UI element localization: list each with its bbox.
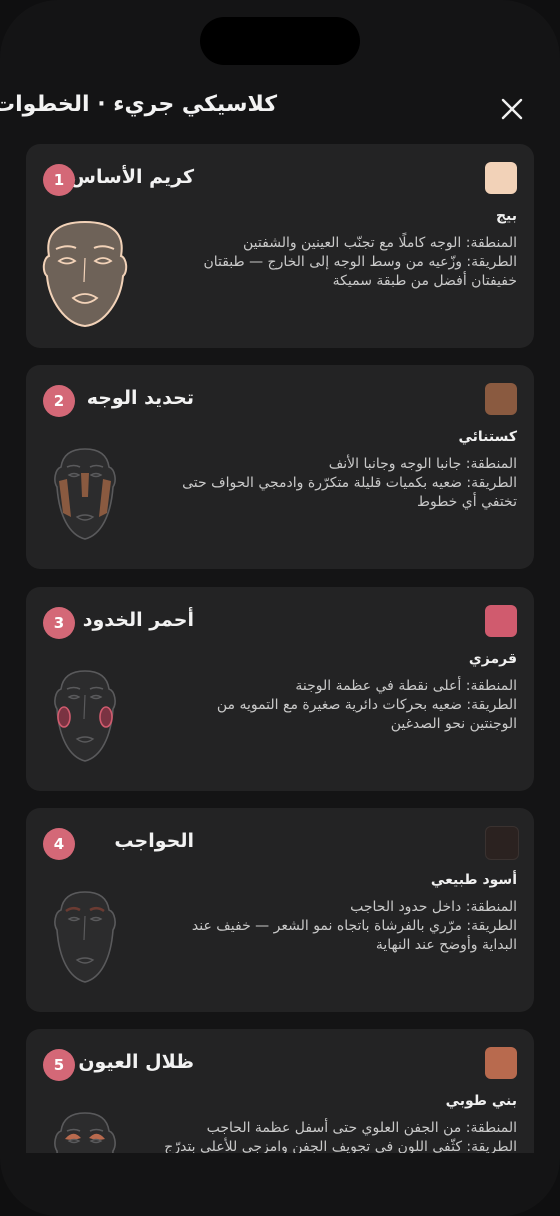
step-description: المنطقة: داخل حدود الحاجب الطريقة: مرّري…: [147, 898, 517, 955]
step-description: المنطقة: جانبا الوجه وجانبا الأنف الطريق…: [147, 455, 517, 512]
step-number-badge: 3: [43, 607, 75, 639]
area-line: المنطقة: أعلى نقطة في عظمة الوجنة: [295, 678, 517, 694]
step-card: أحمر الخدود 3 قرمزي المنطقة: أعلى نقطة ف…: [26, 587, 534, 791]
face-contour-icon: [54, 448, 116, 540]
step-card: الحواجب 4 أسود طبيعي المنطقة: داخل حدود …: [26, 808, 534, 1012]
step-title: كريم الأساس: [69, 166, 194, 188]
shade-name: أسود طبيعي: [430, 872, 517, 888]
shade-name: قرمزي: [468, 651, 517, 667]
area-line: المنطقة: من الجفن العلوي حتى أسفل عظمة ا…: [206, 1120, 517, 1136]
step-description: المنطقة: أعلى نقطة في عظمة الوجنة الطريق…: [147, 677, 517, 734]
step-title: أحمر الخدود: [82, 609, 194, 631]
color-swatch: [485, 162, 517, 194]
color-swatch: [485, 605, 517, 637]
method-line-cont: البداية وأوضح عند النهاية: [375, 937, 517, 953]
step-description: المنطقة: الوجه كاملًا مع تجنّب العينين و…: [147, 234, 517, 291]
face-brows-icon: [54, 891, 116, 983]
step-card: كريم الأساس 1 بيج المنطقة: الوجه كاملًا …: [26, 144, 534, 348]
step-card: ظلال العيون 5 بني طوبي المنطقة: من الجفن…: [26, 1029, 534, 1153]
area-line: المنطقة: جانبا الوجه وجانبا الأنف: [328, 456, 517, 472]
method-line-cont: الوجنتين نحو الصدغين: [390, 716, 517, 732]
method-line: الطريقة: ضعيه بكميات قليلة متكرّرة وادمج…: [182, 475, 517, 491]
area-line: المنطقة: داخل حدود الحاجب: [350, 899, 517, 915]
method-line: الطريقة: ضعيه بحركات دائرية صغيرة مع الت…: [216, 697, 517, 713]
header: كلاسيكي جريء · الخطوات: [0, 84, 560, 132]
method-line-cont: تختفي أي خطوط: [417, 494, 517, 510]
step-number-badge: 1: [43, 164, 75, 196]
step-number-badge: 2: [43, 385, 75, 417]
face-blush-icon: [54, 670, 116, 762]
step-title: ظلال العيون: [78, 1051, 194, 1073]
face-foundation-icon: [42, 220, 128, 328]
step-card: تحديد الوجه 2 كستنائي المنطقة: جانبا الو…: [26, 365, 534, 569]
steps-list[interactable]: كريم الأساس 1 بيج المنطقة: الوجه كاملًا …: [0, 144, 560, 1153]
color-swatch: [485, 826, 519, 860]
face-eyeshadow-icon: [54, 1112, 116, 1153]
phone-screen: كلاسيكي جريء · الخطوات كريم الأساس 1 بيج…: [0, 0, 560, 1216]
area-line: المنطقة: الوجه كاملًا مع تجنّب العينين و…: [243, 235, 517, 251]
method-line: الطريقة: مرّري بالفرشاة باتجاه نمو الشعر…: [191, 918, 517, 934]
shade-name: كستنائي: [458, 429, 518, 445]
close-icon[interactable]: [498, 95, 526, 123]
step-title: تحديد الوجه: [86, 387, 194, 409]
color-swatch: [485, 383, 517, 415]
method-line: الطريقة: وزّعيه من وسط الوجه إلى الخارج …: [203, 254, 517, 270]
step-number-badge: 5: [43, 1049, 75, 1081]
method-line: الطريقة: كثّفي اللون في تجويف الجفن وامز…: [164, 1139, 517, 1153]
shade-name: بني طوبي: [445, 1093, 517, 1109]
dynamic-island: [200, 17, 360, 65]
color-swatch: [485, 1047, 517, 1079]
shade-name: بيج: [495, 208, 517, 224]
step-title: الحواجب: [114, 830, 194, 852]
step-number-badge: 4: [43, 828, 75, 860]
page-title: كلاسيكي جريء · الخطوات: [0, 92, 277, 117]
step-description: المنطقة: من الجفن العلوي حتى أسفل عظمة ا…: [147, 1119, 517, 1153]
method-line-cont: خفيفتان أفضل من طبقة سميكة: [332, 273, 517, 289]
